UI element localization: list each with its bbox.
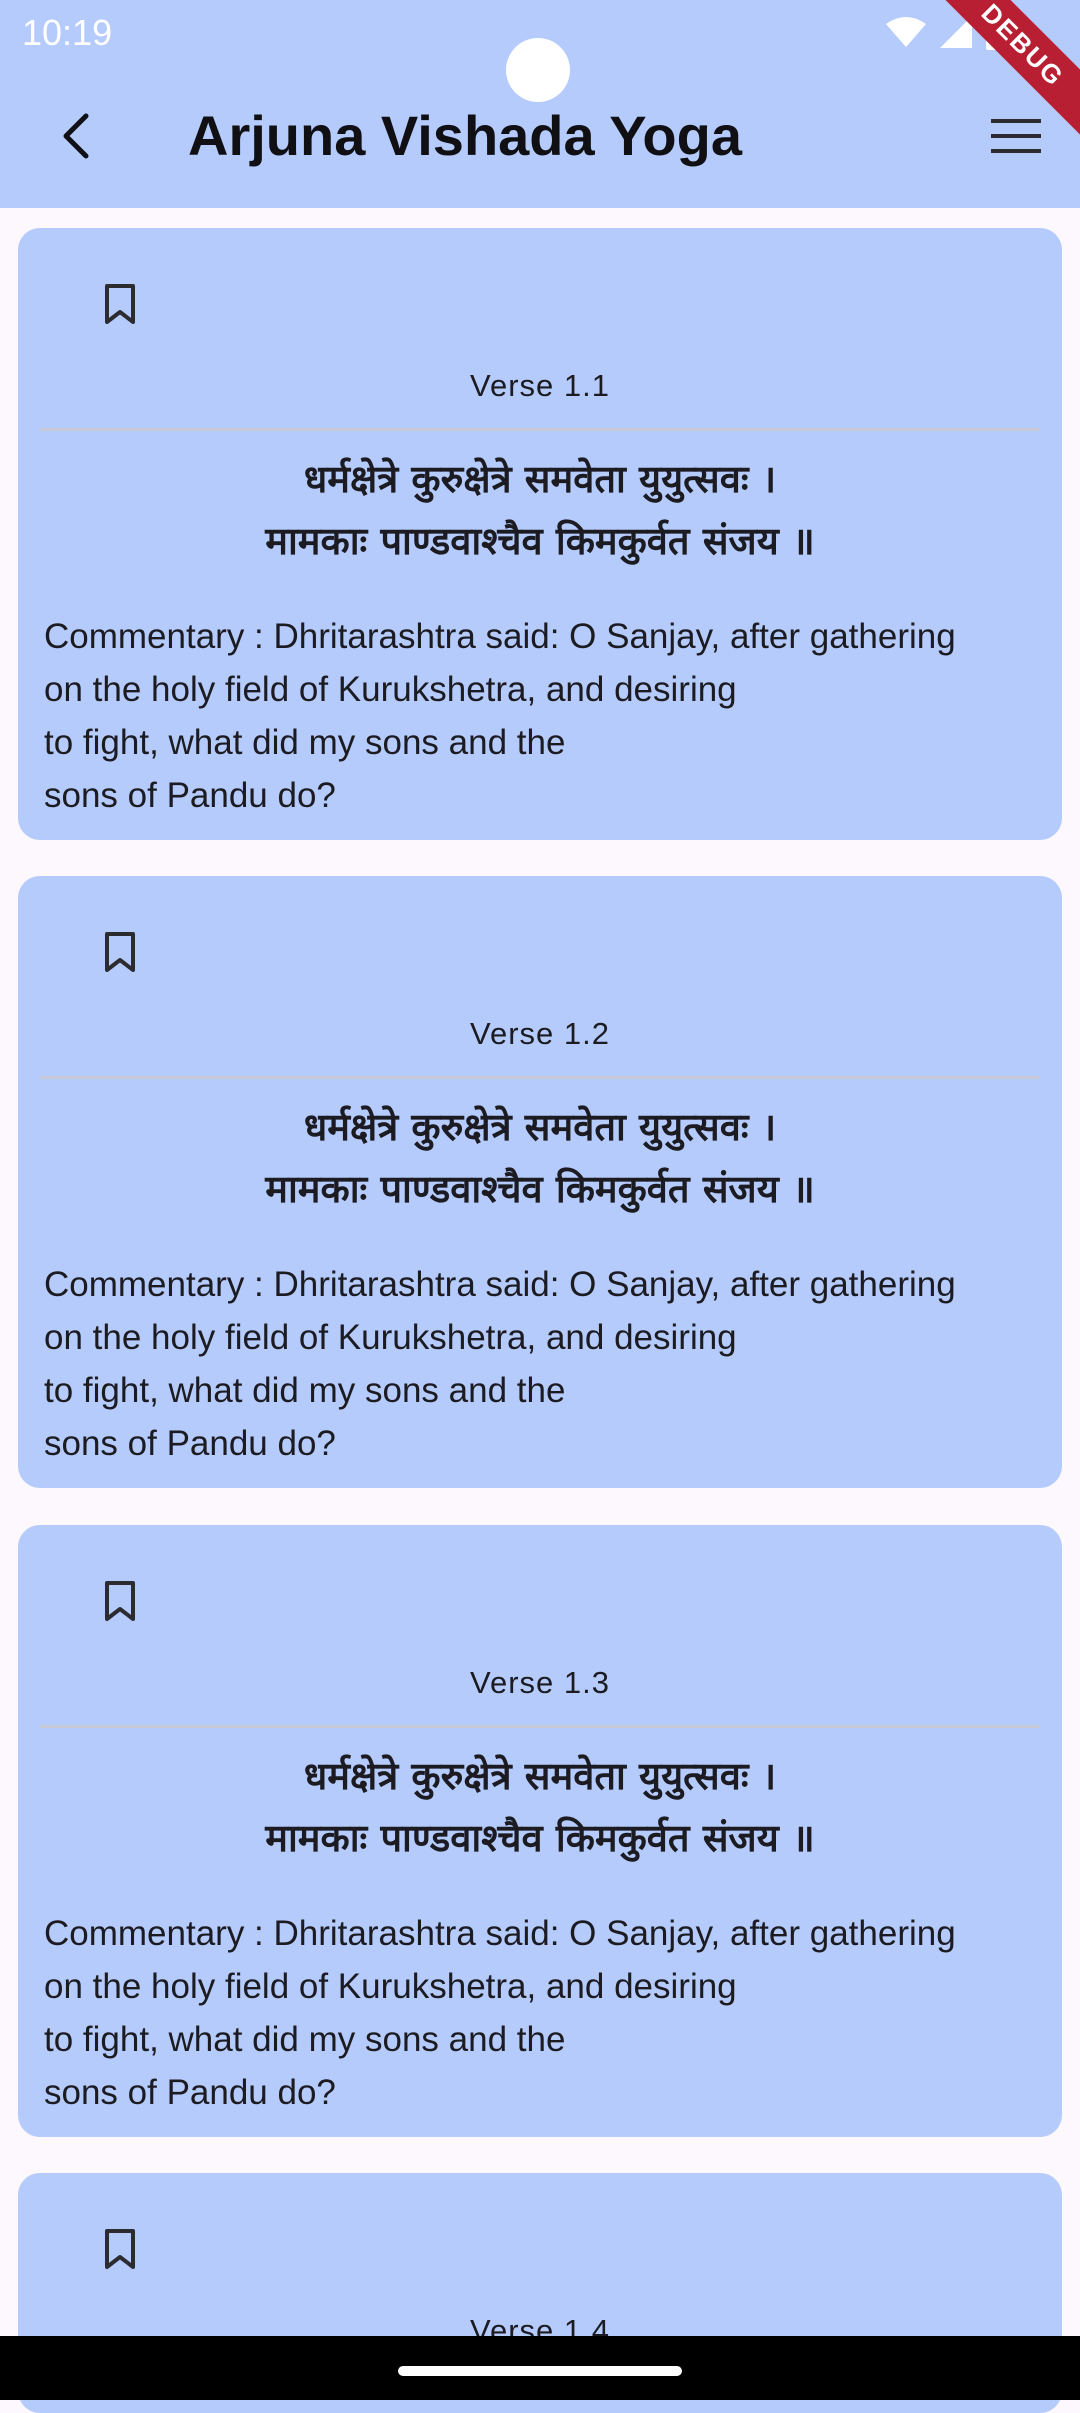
verse-number: Verse 1.3	[470, 1665, 610, 1700]
shloka-line-1: धर्मक्षेत्रे कुरुक्षेत्रे समवेता युयुत्स…	[303, 457, 777, 501]
shloka-line-1: धर्मक्षेत्रे कुरुक्षेत्रे समवेता युयुत्स…	[303, 1105, 777, 1149]
bookmark-icon[interactable]	[102, 282, 138, 326]
status-time: 10:19	[22, 12, 113, 53]
shloka-line-2: मामकाः पाण्डवाश्चैव किमकुर्वत संजय ॥	[265, 1167, 815, 1211]
chevron-left-icon	[63, 113, 89, 159]
commentary-text: Commentary : Dhritarashtra said: O Sanja…	[44, 1265, 956, 1463]
bookmark-icon[interactable]	[102, 930, 138, 974]
divider	[40, 1725, 1040, 1728]
bookmark-icon[interactable]	[102, 1579, 138, 1623]
shloka-text: धर्मक्षेत्रे कुरुक्षेत्रे समवेता युयुत्स…	[18, 1096, 1062, 1220]
divider	[40, 1076, 1040, 1079]
verse-card[interactable]: Verse 1.1 धर्मक्षेत्रे कुरुक्षेत्रे समवे…	[18, 228, 1062, 840]
commentary-text: Commentary : Dhritarashtra said: O Sanja…	[44, 617, 956, 815]
divider	[40, 428, 1040, 431]
menu-button[interactable]	[980, 100, 1052, 172]
app-bar: 10:19 DEBUG Arjuna Vishada Yoga	[0, 0, 1080, 208]
shloka-line-1: धर्मक्षेत्रे कुरुक्षेत्रे समवेता युयुत्स…	[303, 1754, 777, 1798]
wifi-icon	[886, 17, 926, 47]
page-title: Arjuna Vishada Yoga	[188, 104, 742, 167]
verse-number: Verse 1.1	[470, 368, 610, 403]
camera-cutout	[506, 38, 570, 102]
hamburger-menu-icon	[991, 119, 1041, 153]
bookmark-icon[interactable]	[102, 2227, 138, 2271]
commentary-text: Commentary : Dhritarashtra said: O Sanja…	[44, 1914, 956, 2112]
verse-card[interactable]: Verse 1.2 धर्मक्षेत्रे कुरुक्षेत्रे समवे…	[18, 876, 1062, 1488]
verse-card[interactable]: Verse 1.3 धर्मक्षेत्रे कुरुक्षेत्रे समवे…	[18, 1525, 1062, 2137]
shloka-line-2: मामकाः पाण्डवाश्चैव किमकुर्वत संजय ॥	[265, 519, 815, 563]
back-button[interactable]	[40, 100, 112, 172]
home-gesture-handle[interactable]	[398, 2366, 682, 2376]
shloka-line-2: मामकाः पाण्डवाश्चैव किमकुर्वत संजय ॥	[265, 1816, 815, 1860]
shloka-text: धर्मक्षेत्रे कुरुक्षेत्रे समवेता युयुत्स…	[18, 1745, 1062, 1869]
verse-number: Verse 1.2	[470, 1016, 610, 1051]
shloka-text: धर्मक्षेत्रे कुरुक्षेत्रे समवेता युयुत्स…	[18, 448, 1062, 572]
